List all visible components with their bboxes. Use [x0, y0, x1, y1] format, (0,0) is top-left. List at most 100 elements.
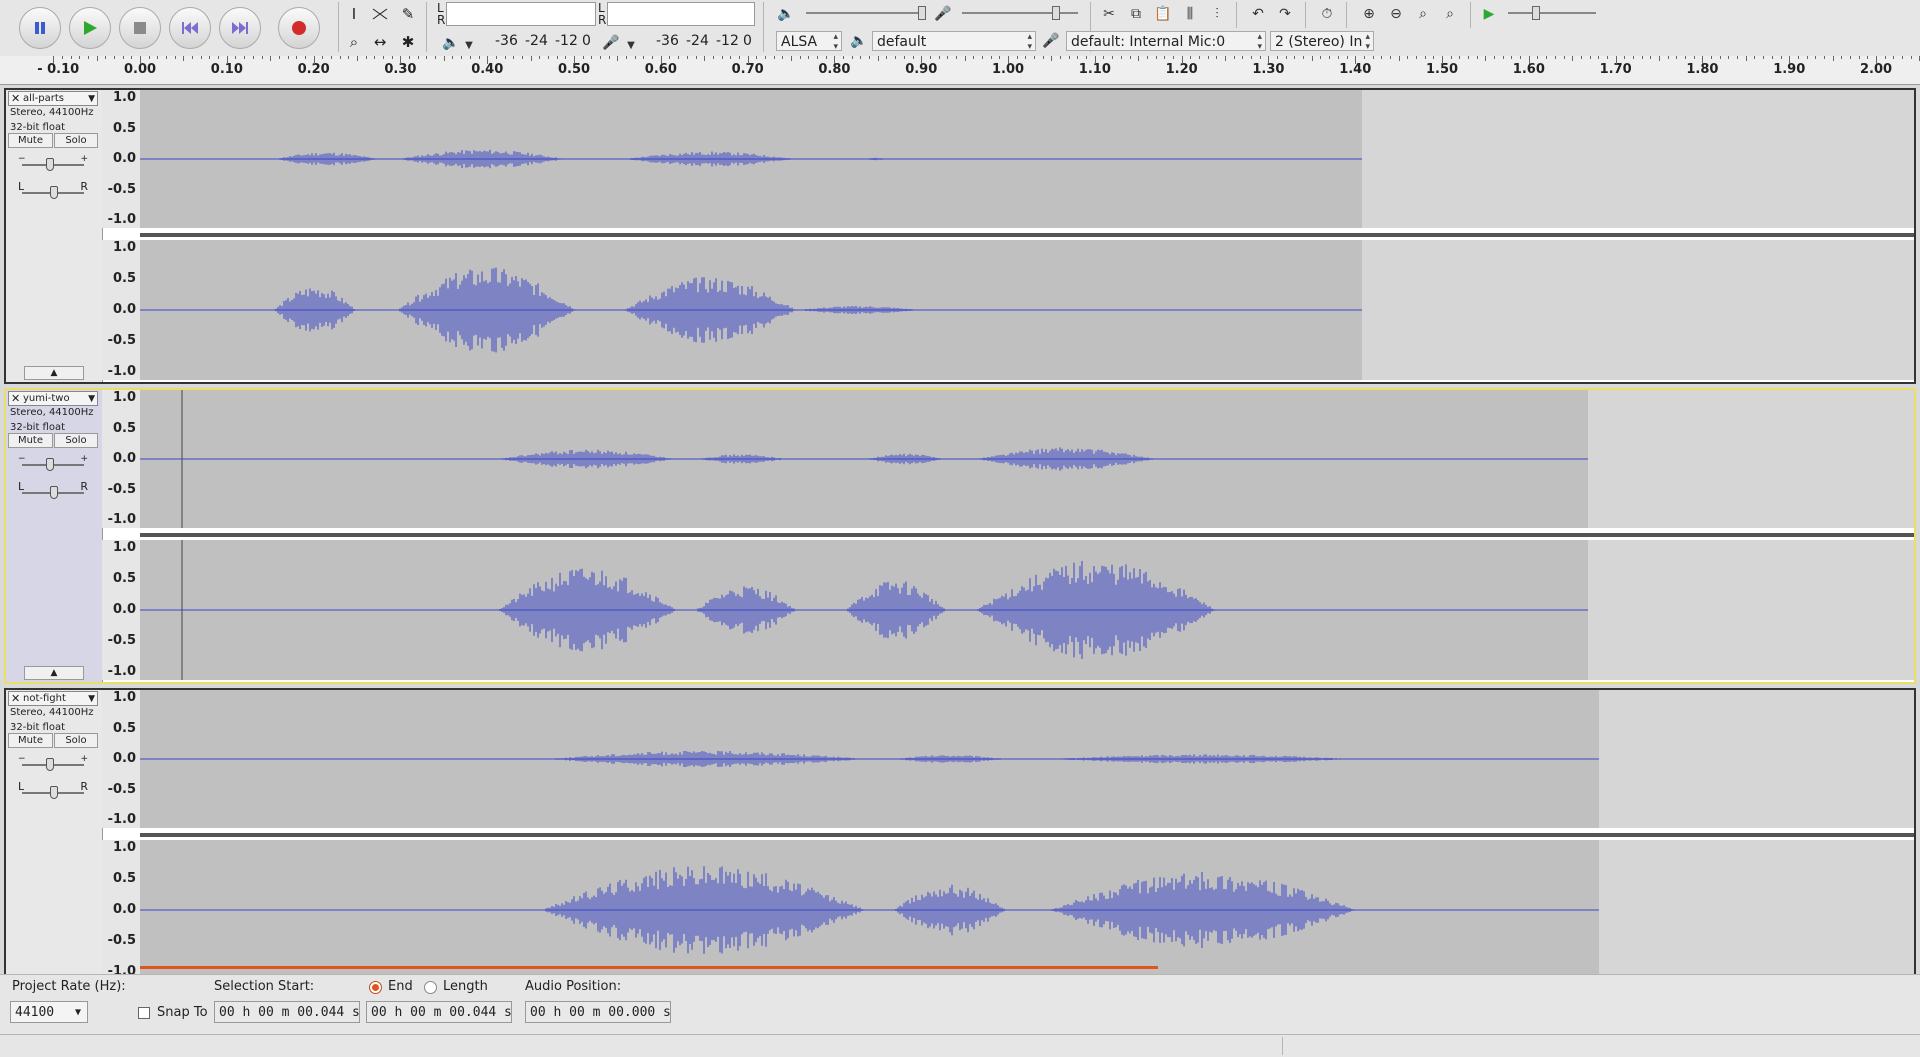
- recording-volume-thumb[interactable]: [1052, 6, 1060, 20]
- zoom-out-icon[interactable]: ⊖: [1385, 3, 1407, 25]
- chevron-down-icon[interactable]: ▼: [620, 34, 642, 56]
- gain-slider-thumb[interactable]: [46, 458, 54, 471]
- gain-slider[interactable]: − +: [18, 754, 88, 772]
- chevron-down-icon[interactable]: ▼: [88, 692, 95, 706]
- track-control-panel[interactable]: ✕ yumi-two ▼ Stereo, 44100Hz 32-bit float Mut…: [6, 390, 103, 682]
- chevron-down-icon[interactable]: ▼: [88, 92, 95, 106]
- collapse-track-button[interactable]: ▲: [24, 366, 84, 380]
- audio-track[interactable]: ✕ yumi-two ▼ Stereo, 44100Hz 32-bit float Mut…: [4, 388, 1916, 684]
- track-control-panel[interactable]: ✕ not-fight ▼ Stereo, 44100Hz 32-bit float Mu…: [6, 690, 103, 974]
- skip-to-start-button[interactable]: [169, 7, 211, 49]
- close-icon[interactable]: ✕: [11, 92, 20, 106]
- waveform-channel[interactable]: [140, 840, 1914, 980]
- playback-device-select[interactable]: default ▴ ▾: [872, 31, 1036, 51]
- mute-button[interactable]: Mute: [8, 133, 53, 148]
- gain-slider-thumb[interactable]: [46, 158, 54, 171]
- close-icon[interactable]: ✕: [11, 392, 20, 406]
- sync-lock-icon[interactable]: ⏱: [1316, 3, 1338, 25]
- stop-button[interactable]: [119, 7, 161, 49]
- pause-button[interactable]: [19, 7, 61, 49]
- zoom-tool-icon[interactable]: ⌕: [342, 30, 366, 54]
- gain-slider-thumb[interactable]: [46, 758, 54, 771]
- fit-project-icon[interactable]: ⌕: [1439, 3, 1461, 25]
- draw-tool-icon[interactable]: ✎: [396, 2, 420, 26]
- track-name-menu[interactable]: ✕ not-fight ▼: [8, 691, 98, 706]
- length-radio[interactable]: [424, 981, 437, 994]
- audio-track[interactable]: ✕ all-parts ▼ Stereo, 44100Hz 32-bit float Mu…: [4, 88, 1916, 384]
- record-button[interactable]: [278, 7, 320, 49]
- audio-host-select[interactable]: ALSA ▴ ▾: [776, 31, 842, 51]
- end-radio[interactable]: [369, 981, 382, 994]
- silence-icon[interactable]: ⫶: [1206, 3, 1228, 25]
- gain-slider[interactable]: − +: [18, 154, 88, 172]
- amplitude-scale[interactable]: 1.0 0.5 0.0 -0.5 -1.0: [102, 240, 140, 380]
- pan-slider[interactable]: LR: [18, 180, 88, 200]
- recording-channels-select[interactable]: 2 (Stereo) In ▴ ▾: [1270, 31, 1374, 51]
- mute-button[interactable]: Mute: [8, 733, 53, 748]
- chevron-down-icon[interactable]: ▼: [458, 34, 480, 56]
- pan-slider[interactable]: LR: [18, 480, 88, 500]
- pan-slider-thumb[interactable]: [50, 786, 58, 799]
- channel-divider[interactable]: [140, 833, 1914, 837]
- redo-icon[interactable]: ↷: [1274, 3, 1296, 25]
- playback-meter[interactable]: [446, 2, 596, 26]
- copy-icon[interactable]: ⧉: [1125, 3, 1147, 25]
- play-at-speed-icon[interactable]: ▶: [1478, 3, 1500, 25]
- undo-icon[interactable]: ↶: [1247, 3, 1269, 25]
- record-meter[interactable]: [607, 2, 755, 26]
- multi-tool-icon[interactable]: ✱: [396, 30, 420, 54]
- ruler-tick-mark: [1589, 56, 1591, 59]
- channel-divider[interactable]: [140, 233, 1914, 237]
- track-control-panel[interactable]: ✕ all-parts ▼ Stereo, 44100Hz 32-bit float Mu…: [6, 90, 103, 382]
- gain-slider[interactable]: − +: [18, 454, 88, 472]
- playback-volume-slider[interactable]: [806, 12, 924, 14]
- amplitude-scale[interactable]: 1.0 0.5 0.0 -0.5 -1.0: [102, 840, 140, 980]
- recording-device-select[interactable]: default: Internal Mic:0 ▴ ▾: [1066, 31, 1266, 51]
- spin-arrows-icon: ▴ ▾: [1257, 32, 1262, 51]
- track-name-menu[interactable]: ✕ yumi-two ▼: [8, 391, 98, 406]
- mute-button[interactable]: Mute: [8, 433, 53, 448]
- snap-to-checkbox[interactable]: [138, 1007, 150, 1019]
- waveform-channel[interactable]: [140, 390, 1914, 528]
- envelope-tool-icon[interactable]: [368, 2, 392, 26]
- paste-icon[interactable]: 📋: [1152, 3, 1174, 25]
- solo-button[interactable]: Solo: [54, 133, 98, 148]
- trim-icon[interactable]: ⫼: [1179, 3, 1201, 25]
- skip-to-end-button[interactable]: [219, 7, 261, 49]
- microphone-icon[interactable]: 🎤: [600, 32, 622, 54]
- waveform-channel[interactable]: [140, 90, 1914, 228]
- pan-slider-thumb[interactable]: [50, 486, 58, 499]
- playback-volume-thumb[interactable]: [918, 6, 926, 20]
- play-button[interactable]: [69, 7, 111, 49]
- timeline-ruler[interactable]: - 0.10 0.00 0.10 0.20 0.30 0.40 0.50 0.60 0.70 0.…: [0, 56, 1920, 85]
- play-speed-thumb[interactable]: [1532, 6, 1540, 20]
- recording-volume-slider[interactable]: [962, 12, 1078, 14]
- solo-button[interactable]: Solo: [54, 433, 98, 448]
- selection-tool-icon[interactable]: I: [342, 2, 366, 26]
- audio-track[interactable]: ✕ not-fight ▼ Stereo, 44100Hz 32-bit float Mu…: [4, 688, 1916, 980]
- audio-position-field[interactable]: 00 h 00 m 00.000 s: [525, 1001, 671, 1023]
- waveform-channel[interactable]: [140, 690, 1914, 828]
- solo-button[interactable]: Solo: [54, 733, 98, 748]
- selection-end-field[interactable]: 00 h 00 m 00.044 s: [366, 1001, 512, 1023]
- fit-selection-icon[interactable]: ⌕: [1412, 3, 1434, 25]
- project-rate-select[interactable]: 44100 ▼: [10, 1001, 88, 1023]
- amplitude-scale[interactable]: 1.0 0.5 0.0 -0.5 -1.0: [102, 90, 140, 228]
- chevron-down-icon[interactable]: ▼: [88, 392, 95, 406]
- track-name-menu[interactable]: ✕ all-parts ▼: [8, 91, 98, 106]
- amplitude-scale[interactable]: 1.0 0.5 0.0 -0.5 -1.0: [102, 390, 140, 528]
- amplitude-scale[interactable]: 1.0 0.5 0.0 -0.5 -1.0: [102, 690, 140, 828]
- collapse-track-button[interactable]: ▲: [24, 666, 84, 680]
- pan-slider-thumb[interactable]: [50, 186, 58, 199]
- time-shift-tool-icon[interactable]: ↔: [368, 30, 392, 54]
- waveform-channel[interactable]: [140, 240, 1914, 380]
- selection-start-field[interactable]: 00 h 00 m 00.044 s: [214, 1001, 360, 1023]
- zoom-in-icon[interactable]: ⊕: [1358, 3, 1380, 25]
- waveform-channel[interactable]: [140, 540, 1914, 680]
- close-icon[interactable]: ✕: [11, 692, 20, 706]
- pan-slider[interactable]: LR: [18, 780, 88, 800]
- play-speed-slider[interactable]: [1508, 12, 1596, 14]
- channel-divider[interactable]: [140, 533, 1914, 537]
- cut-icon[interactable]: ✂: [1098, 3, 1120, 25]
- amplitude-scale[interactable]: 1.0 0.5 0.0 -0.5 -1.0: [102, 540, 140, 680]
